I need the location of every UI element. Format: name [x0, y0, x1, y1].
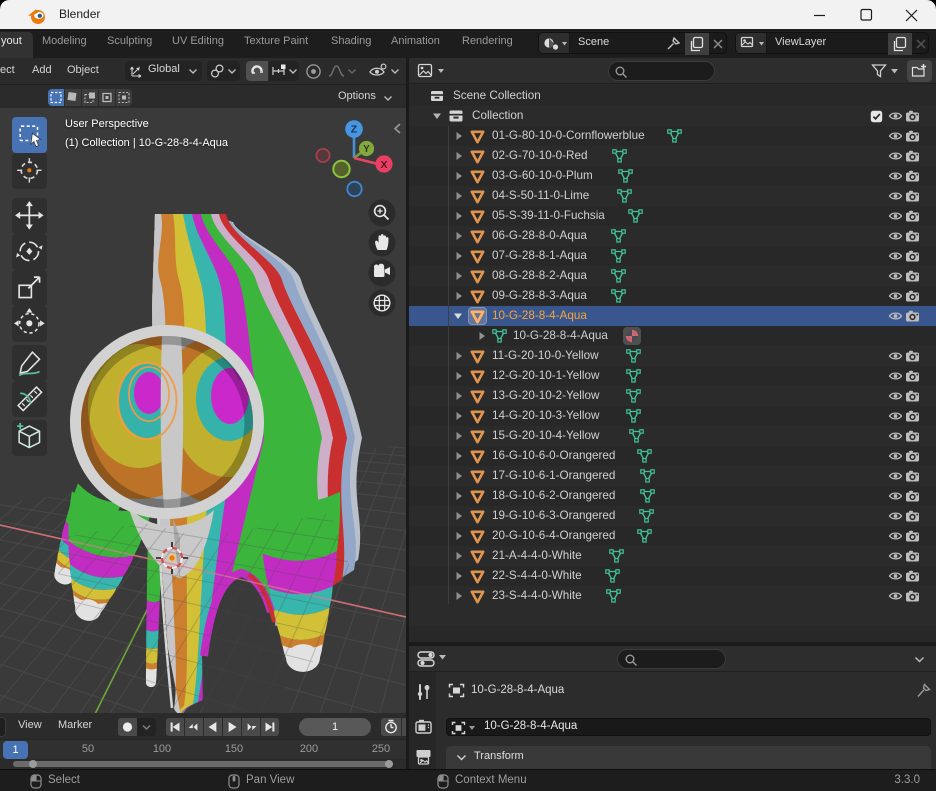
- svg-text:Y: Y: [363, 144, 370, 155]
- svg-text:Z: Z: [351, 123, 358, 135]
- svg-text:X: X: [380, 159, 387, 171]
